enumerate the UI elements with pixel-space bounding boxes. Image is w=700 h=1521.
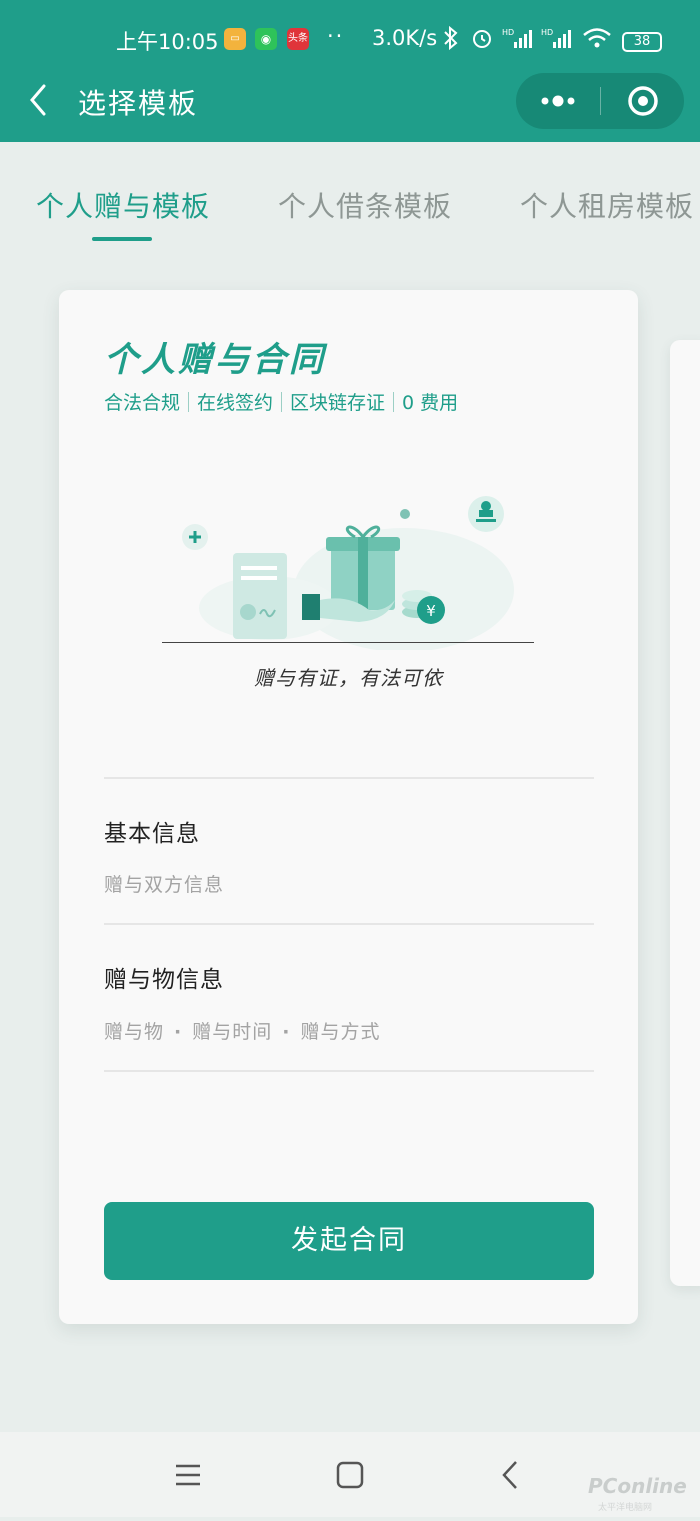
app-header: 上午10:05 ▭ ◉ 头条 ·· 3.0K/s HD HD 38 选择模板 [0,0,700,142]
illustration-baseline [162,642,534,643]
divider [104,1070,594,1072]
status-time: 上午10:05 [116,30,219,54]
battery-icon: 38 [622,32,662,52]
active-tab-indicator [92,237,152,241]
close-miniprogram-button[interactable] [601,73,684,129]
svg-text:¥: ¥ [426,602,436,620]
feature-tag: 0 费用 [402,392,459,414]
feature-separator [281,392,283,412]
feature-tag: 合法合规 [104,392,181,414]
subtitle-item: 赠与物 [104,1021,165,1043]
notes-app-icon: ▭ [224,28,246,50]
divider [104,777,594,779]
page-title: 选择模板 [78,87,199,120]
stamp-icon [468,496,504,532]
more-dots-icon [541,95,575,107]
chevron-left-icon [30,84,46,116]
plus-icon [182,524,208,550]
signal-icon: HD [502,26,536,55]
tab-rental-template[interactable]: 个人租房模板 [520,185,694,225]
bullet-separator: · [174,1021,183,1043]
system-back-button[interactable] [470,1432,550,1517]
contract-document-icon [233,553,287,639]
status-overflow-dots: ·· [327,24,345,48]
tab-iou-template[interactable]: 个人借条模板 [278,185,452,225]
gift-box-icon [326,525,400,610]
feature-tag: 在线签约 [197,392,274,414]
tab-gift-template[interactable]: 个人赠与模板 [36,185,210,225]
back-arrow-icon [502,1461,517,1489]
gift-contract-illustration: ¥ [182,496,514,650]
section-gift-info-title: 赠与物信息 [104,967,224,993]
menu-icon [176,1464,200,1486]
subtitle-item: 赠与时间 [192,1021,273,1043]
feature-tag: 区块链存证 [290,392,386,414]
start-contract-button[interactable]: 发起合同 [104,1202,594,1280]
subtitle-item: 赠与方式 [300,1021,381,1043]
feature-separator [188,392,190,412]
more-button[interactable] [516,73,600,129]
alarm-icon [470,26,494,55]
watermark-subtext: 太平洋电脑网 [598,1503,653,1513]
status-bar: 上午10:05 ▭ ◉ 头条 ·· 3.0K/s HD HD 38 [0,22,700,58]
template-card: 个人赠与合同 合法合规 在线签约 区块链存证 0 费用 ¥ 赠与有证，有法可依 … [59,290,638,1324]
target-close-icon [628,86,658,116]
wechat-icon: ◉ [255,28,277,50]
decorative-dot [400,509,410,519]
toutiao-icon: 头条 [287,28,309,50]
section-gift-info-subtitle: 赠与物 · 赠与时间 · 赠与方式 [104,1017,380,1044]
divider [104,923,594,925]
net-speed: 3.0K/s [372,26,438,50]
section-basic-info-subtitle: 赠与双方信息 [104,870,224,897]
watermark-logo: PConline [588,1474,687,1498]
back-button[interactable] [24,80,54,120]
signal-hd-label: HD [502,28,514,37]
illustration-caption: 赠与有证，有法可依 [254,666,443,690]
signal-hd-label: HD [541,28,553,37]
home-button[interactable] [310,1432,390,1517]
section-basic-info-title: 基本信息 [104,821,200,847]
next-template-card-peek[interactable] [670,340,700,1286]
signal-icon: HD [541,26,575,55]
home-square-icon [336,1461,364,1489]
subtitle-item: 赠与双方信息 [104,874,225,896]
template-tabs: 个人赠与模板 个人借条模板 个人租房模板 [0,185,700,245]
bluetooth-icon [443,25,459,55]
wifi-icon [582,26,612,55]
card-title: 个人赠与合同 [104,340,326,380]
miniprogram-capsule [516,73,684,129]
feature-tags: 合法合规 在线签约 区块链存证 0 费用 [104,388,458,415]
bullet-separator: · [282,1021,291,1043]
menu-button[interactable] [148,1432,228,1517]
feature-separator [393,392,395,412]
yen-coin-icon: ¥ [417,596,445,624]
